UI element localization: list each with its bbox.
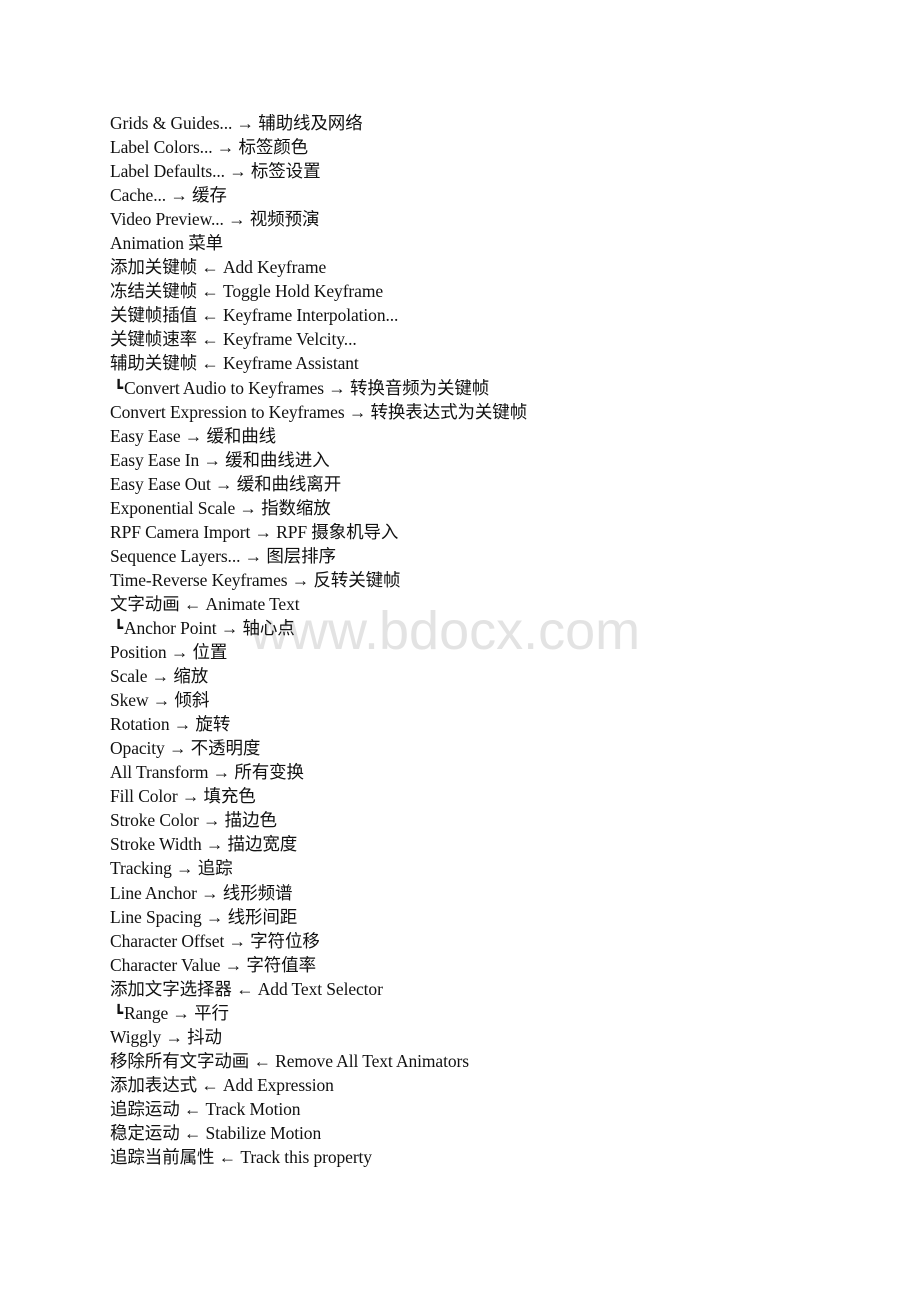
document-line: 关键帧速率 ← Keyframe Velcity... — [110, 327, 810, 351]
document-line: Video Preview... → 视频预演 — [110, 207, 810, 231]
document-line: Convert Expression to Keyframes → 转换表达式为… — [110, 400, 810, 424]
line-text: Cache... → 缓存 — [110, 185, 227, 206]
line-text: Tracking → 追踪 — [110, 858, 233, 879]
document-line: Position → 位置 — [110, 640, 810, 664]
document-line: 追踪运动 ← Track Motion — [110, 1097, 810, 1121]
line-text: Easy Ease In → 缓和曲线进入 — [110, 449, 330, 470]
line-text: 冻结关键帧 ← Toggle Hold Keyframe — [110, 281, 384, 302]
line-text: Sequence Layers... → 图层排序 — [110, 545, 336, 566]
line-text: Easy Ease Out → 缓和曲线离开 — [110, 473, 342, 494]
line-text: Label Defaults... → 标签设置 — [110, 161, 321, 182]
subitem-corner-icon: ┗ — [114, 378, 123, 397]
line-text: 追踪运动 ← Track Motion — [110, 1098, 301, 1119]
line-text: Anchor Point → 轴心点 — [123, 617, 295, 638]
document-line: 添加关键帧 ← Add Keyframe — [110, 255, 810, 279]
line-text: Exponential Scale → 指数缩放 — [110, 497, 331, 518]
document-line: Easy Ease Out → 缓和曲线离开 — [110, 472, 810, 496]
document-line-subitem: ┗Convert Audio to Keyframes → 转换音频为关键帧 — [110, 376, 810, 400]
line-text: Animation 菜单 — [110, 233, 224, 254]
line-text: 追踪当前属性 ← Track this property — [110, 1147, 372, 1168]
line-text: Label Colors... → 标签颜色 — [110, 137, 309, 158]
line-text: 添加关键帧 ← Add Keyframe — [110, 257, 327, 278]
document-line: 文字动画 ← Animate Text — [110, 592, 810, 616]
document-line: Line Anchor → 线形频谱 — [110, 881, 810, 905]
document-line: Tracking → 追踪 — [110, 856, 810, 880]
document-line: Rotation → 旋转 — [110, 712, 810, 736]
document-line: Line Spacing → 线形间距 — [110, 905, 810, 929]
line-text: Position → 位置 — [110, 642, 228, 663]
line-text: 移除所有文字动画 ← Remove All Text Animators — [110, 1050, 469, 1071]
document-line: Sequence Layers... → 图层排序 — [110, 544, 810, 568]
document-line: Easy Ease In → 缓和曲线进入 — [110, 448, 810, 472]
line-text: Video Preview... → 视频预演 — [110, 209, 320, 230]
document-line: Fill Color → 填充色 — [110, 784, 810, 808]
document-line: Time-Reverse Keyframes → 反转关键帧 — [110, 568, 810, 592]
subitem-corner-icon: ┗ — [114, 1003, 123, 1022]
document-line: Stroke Width → 描边宽度 — [110, 832, 810, 856]
document-line: Easy Ease → 缓和曲线 — [110, 424, 810, 448]
document-line: Grids & Guides... → 辅助线及网络 — [110, 111, 810, 135]
line-text: 添加文字选择器 ← Add Text Selector — [110, 978, 383, 999]
line-text: Opacity → 不透明度 — [110, 738, 261, 759]
document-line: Label Colors... → 标签颜色 — [110, 135, 810, 159]
line-text: Line Anchor → 线形频谱 — [110, 882, 293, 903]
document-line: Stroke Color → 描边色 — [110, 808, 810, 832]
document-line: Character Value → 字符值率 — [110, 953, 810, 977]
document-line: 添加文字选择器 ← Add Text Selector — [110, 977, 810, 1001]
line-text: Grids & Guides... → 辅助线及网络 — [110, 113, 363, 133]
document-line: All Transform → 所有变换 — [110, 760, 810, 784]
line-text: All Transform → 所有变换 — [110, 762, 304, 783]
line-text: Stroke Color → 描边色 — [110, 810, 277, 831]
document-line: Animation 菜单 — [110, 231, 810, 255]
line-text: Wiggly → 抖动 — [110, 1026, 222, 1047]
document-line: 关键帧插值 ← Keyframe Interpolation... — [110, 303, 810, 327]
line-text: 关键帧插值 ← Keyframe Interpolation... — [110, 305, 399, 326]
document-line: Wiggly → 抖动 — [110, 1025, 810, 1049]
line-text: Easy Ease → 缓和曲线 — [110, 425, 277, 446]
document-line: Character Offset → 字符位移 — [110, 929, 810, 953]
line-text: Time-Reverse Keyframes → 反转关键帧 — [110, 569, 401, 590]
document-body: Grids & Guides... → 辅助线及网络 Label Colors..… — [110, 111, 810, 1169]
line-text: Character Value → 字符值率 — [110, 954, 316, 975]
document-line: RPF Camera Import → RPF 摄象机导入 — [110, 520, 810, 544]
document-line: 移除所有文字动画 ← Remove All Text Animators — [110, 1049, 810, 1073]
document-line: 添加表达式 ← Add Expression — [110, 1073, 810, 1097]
document-line: 稳定运动 ← Stabilize Motion — [110, 1121, 810, 1145]
document-line-subitem: ┗Range → 平行 — [110, 1001, 810, 1025]
document-line: 辅助关键帧 ← Keyframe Assistant — [110, 351, 810, 375]
line-text: Character Offset → 字符位移 — [110, 930, 320, 951]
document-line: Scale → 缩放 — [110, 664, 810, 688]
document-line: 追踪当前属性 ← Track this property — [110, 1145, 810, 1169]
document-line: Exponential Scale → 指数缩放 — [110, 496, 810, 520]
document-line: Label Defaults... → 标签设置 — [110, 159, 810, 183]
document-line: Skew → 倾斜 — [110, 688, 810, 712]
line-text: Convert Audio to Keyframes → 转换音频为关键帧 — [123, 377, 490, 398]
subitem-corner-icon: ┗ — [114, 618, 123, 637]
line-text: 文字动画 ← Animate Text — [110, 593, 300, 614]
line-text: Convert Expression to Keyframes → 转换表达式为… — [110, 401, 528, 422]
line-text: 关键帧速率 ← Keyframe Velcity... — [110, 329, 357, 350]
line-text: RPF Camera Import → RPF 摄象机导入 — [110, 521, 399, 542]
line-text: Rotation → 旋转 — [110, 714, 231, 735]
line-text: 稳定运动 ← Stabilize Motion — [110, 1122, 322, 1143]
document-line: 冻结关键帧 ← Toggle Hold Keyframe — [110, 279, 810, 303]
document-line-subitem: ┗Anchor Point → 轴心点 — [110, 616, 810, 640]
line-text: Fill Color → 填充色 — [110, 786, 256, 807]
line-text: Scale → 缩放 — [110, 666, 209, 687]
document-line: Opacity → 不透明度 — [110, 736, 810, 760]
line-text: 添加表达式 ← Add Expression — [110, 1074, 334, 1095]
line-text: Skew → 倾斜 — [110, 690, 210, 711]
line-text: 辅助关键帧 ← Keyframe Assistant — [110, 353, 359, 374]
line-text: Stroke Width → 描边宽度 — [110, 834, 298, 855]
document-line: Cache... → 缓存 — [110, 183, 810, 207]
line-text: Range → 平行 — [123, 1002, 229, 1023]
line-text: Line Spacing → 线形间距 — [110, 906, 298, 927]
